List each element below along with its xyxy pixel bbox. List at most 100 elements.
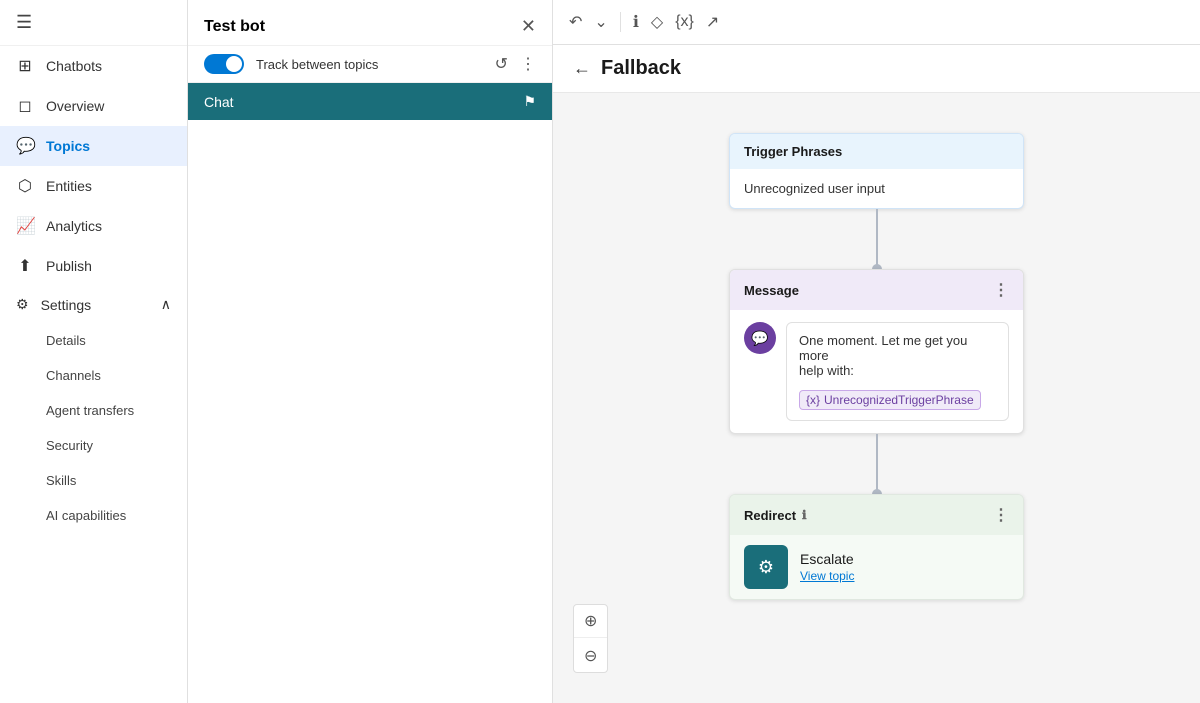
ai-capabilities-label: AI capabilities: [46, 508, 126, 523]
toolbar-divider: [620, 12, 621, 32]
message-bot-icon: 💬: [744, 322, 776, 354]
sidebar-item-entities-label: Entities: [46, 178, 92, 194]
tag-icon[interactable]: ◇: [651, 12, 663, 32]
redirect-gear-icon: ⚙: [758, 557, 774, 578]
skills-label: Skills: [46, 473, 76, 488]
close-icon[interactable]: ✕: [521, 16, 536, 37]
sidebar-item-overview-label: Overview: [46, 98, 104, 114]
undo-icon[interactable]: ↶: [569, 12, 582, 32]
variable-badge: {x} UnrecognizedTriggerPhrase: [799, 390, 981, 410]
main-area: ↶ ⌄ ℹ ◇ {x} ↗ ← Fallback Trigger Phrases…: [553, 0, 1200, 703]
redirect-node: Redirect ℹ ⋮ ⚙ Escalate View topic: [729, 494, 1024, 600]
message-more-icon[interactable]: ⋮: [993, 280, 1009, 300]
toolbar-top: ↶ ⌄ ℹ ◇ {x} ↗: [553, 0, 1200, 45]
sidebar-item-topics[interactable]: 💬 Topics: [0, 126, 187, 166]
info-icon[interactable]: ℹ: [633, 12, 639, 32]
trigger-body-text: Unrecognized user input: [744, 181, 885, 196]
zoom-in-button[interactable]: ⊕: [574, 605, 607, 638]
redirect-name: Escalate: [800, 551, 854, 567]
hamburger-icon[interactable]: ☰: [16, 12, 32, 32]
connector-1: [876, 209, 878, 269]
chat-content-area: [188, 120, 552, 703]
test-panel-header: Test bot ✕: [188, 0, 552, 46]
variable-prefix: {x}: [806, 393, 820, 407]
redirect-header-left: Redirect ℹ: [744, 508, 807, 523]
toggle-knob: [226, 56, 242, 72]
message-header-label: Message: [744, 283, 799, 298]
details-label: Details: [46, 333, 86, 348]
redirect-node-body: ⚙ Escalate View topic: [730, 535, 1023, 599]
flag-icon: ⚑: [523, 93, 536, 110]
sidebar-item-overview[interactable]: ◻ Overview: [0, 86, 187, 126]
chat-tab[interactable]: Chat ⚑: [188, 83, 552, 120]
message-text-line2: help with:: [799, 363, 996, 378]
zoom-controls: ⊕ ⊖: [573, 604, 608, 673]
view-topic-link[interactable]: View topic: [800, 569, 854, 583]
entities-icon: ⬡: [16, 176, 34, 196]
chat-tab-label: Chat: [204, 94, 234, 110]
zoom-out-button[interactable]: ⊖: [574, 640, 607, 672]
test-panel: Test bot ✕ Track between topics ↺ ⋮ Chat…: [188, 0, 553, 703]
more-options-icon[interactable]: ⋮: [520, 54, 536, 74]
canvas-area[interactable]: Trigger Phrases Unrecognized user input …: [553, 93, 1200, 703]
redirect-more-icon[interactable]: ⋮: [993, 505, 1009, 525]
sidebar-item-chatbots-label: Chatbots: [46, 58, 102, 74]
message-node-body: 💬 One moment. Let me get you more help w…: [730, 310, 1023, 433]
overview-icon: ◻: [16, 96, 34, 116]
sidebar: ☰ ⊞ Chatbots ◻ Overview 💬 Topics ⬡ Entit…: [0, 0, 188, 703]
track-label: Track between topics: [256, 57, 483, 72]
redirect-header-label: Redirect: [744, 508, 796, 523]
chevron-up-icon: ∧: [161, 296, 171, 313]
redirect-icon-box: ⚙: [744, 545, 788, 589]
agent-transfers-label: Agent transfers: [46, 403, 134, 418]
sidebar-item-analytics[interactable]: 📈 Analytics: [0, 206, 187, 246]
security-label: Security: [46, 438, 93, 453]
export-icon[interactable]: ↗: [706, 12, 719, 32]
sidebar-item-agent-transfers[interactable]: Agent transfers: [0, 393, 187, 428]
trigger-node-body: Unrecognized user input: [730, 169, 1023, 208]
chatbots-icon: ⊞: [16, 56, 34, 76]
track-toggle[interactable]: [204, 54, 244, 74]
flow-container: Trigger Phrases Unrecognized user input …: [573, 113, 1180, 703]
settings-icon: ⚙: [16, 296, 29, 313]
sidebar-item-ai-capabilities[interactable]: AI capabilities: [0, 498, 187, 533]
trigger-header-label: Trigger Phrases: [744, 144, 842, 159]
message-node: Message ⋮ 💬 One moment. Let me get you m…: [729, 269, 1024, 434]
bot-chat-icon: 💬: [751, 330, 768, 347]
canvas-title: Fallback: [601, 57, 681, 80]
sidebar-item-channels[interactable]: Channels: [0, 358, 187, 393]
sidebar-settings-header[interactable]: ⚙ Settings ∧: [0, 286, 187, 323]
chevron-down-icon[interactable]: ⌄: [594, 12, 607, 32]
sidebar-settings-label: Settings: [41, 297, 92, 313]
redirect-info: Escalate View topic: [800, 551, 854, 583]
variable-icon[interactable]: {x}: [675, 13, 694, 31]
sidebar-top: ☰: [0, 0, 187, 46]
sidebar-item-entities[interactable]: ⬡ Entities: [0, 166, 187, 206]
canvas-header: ← Fallback: [553, 45, 1200, 93]
trigger-node: Trigger Phrases Unrecognized user input: [729, 133, 1024, 209]
sidebar-item-publish[interactable]: ⬆ Publish: [0, 246, 187, 286]
analytics-icon: 📈: [16, 216, 34, 236]
trigger-node-header: Trigger Phrases: [730, 134, 1023, 169]
topics-icon: 💬: [16, 136, 34, 156]
redirect-info-icon: ℹ: [802, 508, 807, 522]
settings-left: ⚙ Settings: [16, 296, 91, 313]
sidebar-item-skills[interactable]: Skills: [0, 463, 187, 498]
sidebar-item-details[interactable]: Details: [0, 323, 187, 358]
test-panel-toolbar: Track between topics ↺ ⋮: [188, 46, 552, 83]
connector-2: [876, 434, 878, 494]
refresh-icon[interactable]: ↺: [495, 54, 508, 74]
channels-label: Channels: [46, 368, 101, 383]
message-bubble: One moment. Let me get you more help wit…: [786, 322, 1009, 421]
back-button[interactable]: ←: [573, 58, 591, 79]
sidebar-item-security[interactable]: Security: [0, 428, 187, 463]
message-text-line1: One moment. Let me get you more: [799, 333, 996, 363]
sidebar-item-analytics-label: Analytics: [46, 218, 102, 234]
test-panel-title: Test bot: [204, 18, 265, 36]
sidebar-item-publish-label: Publish: [46, 258, 92, 274]
redirect-node-header: Redirect ℹ ⋮: [730, 495, 1023, 535]
publish-icon: ⬆: [16, 256, 34, 276]
sidebar-item-topics-label: Topics: [46, 138, 90, 154]
message-node-header: Message ⋮: [730, 270, 1023, 310]
sidebar-item-chatbots[interactable]: ⊞ Chatbots: [0, 46, 187, 86]
